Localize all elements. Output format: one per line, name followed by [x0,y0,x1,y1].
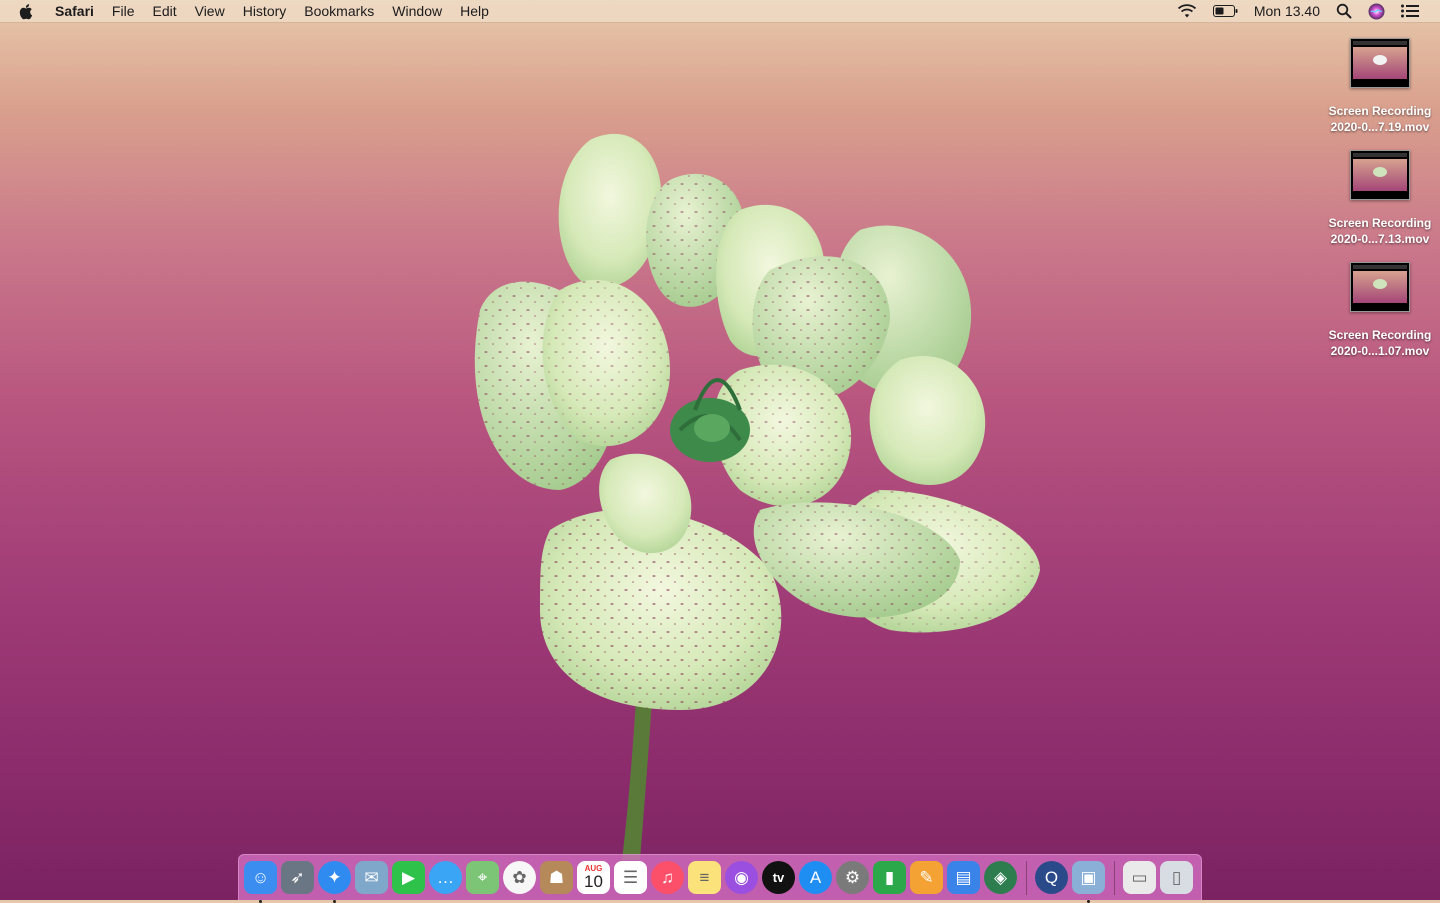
system-preferences-gear-icon-glyph: ⚙ [844,867,861,887]
video-thumbnail-icon [1350,150,1410,200]
desktop-file-screen-recording-2[interactable]: Screen Recording 2020-0...7.13.mov [1320,144,1440,247]
maps-icon-glyph: ⌖ [477,867,488,887]
dock-apps: ☺ ➶ ✦ ✉ ▶ … ⌖ ✿ ☗ AUG 10 ☰ ♫ ≡ ◉ tv A ⚙ ▮ ✎ ▤ ◈ [244,861,1021,903]
pages-pen-icon-glyph: ✎ [919,867,934,887]
apple-tv-icon[interactable]: tv [762,861,795,894]
downloads-stack-icon-glyph: ▭ [1131,867,1148,887]
finder-icon-glyph: ☺ [251,867,270,887]
android-studio-icon[interactable]: ◈ [984,861,1017,894]
safari-compass-icon-glyph: ✦ [327,867,342,887]
battery-icon[interactable] [1212,0,1238,22]
menu-bar: Safari File Edit View History Bookmarks … [0,0,1440,22]
photos-flower-icon[interactable]: ✿ [503,861,536,894]
music-note-icon[interactable]: ♫ [651,861,684,894]
system-preferences-gear-icon[interactable]: ⚙ [836,861,869,894]
podcasts-icon-glyph: ◉ [734,867,749,887]
reminders-list-icon[interactable]: ☰ [614,861,647,894]
numbers-chart-icon-glyph: ▮ [884,867,895,887]
keynote-podium-icon-glyph: ▤ [955,867,972,887]
menu-help[interactable]: Help [451,0,498,22]
mail-stamp-icon-glyph: ✉ [364,867,379,887]
numbers-chart-icon[interactable]: ▮ [873,861,906,894]
dock-recent-apps: Q ▣ [1035,861,1109,903]
facetime-icon-glyph: ▶ [401,867,416,887]
notes-icon[interactable]: ≡ [688,861,721,894]
dock-separator [1114,860,1115,895]
quicktime-icon[interactable]: Q [1035,861,1068,894]
menu-window[interactable]: Window [383,0,451,22]
launchpad-rocket-icon-glyph: ➶ [290,867,305,887]
contacts-book-icon-glyph: ☗ [548,867,565,887]
menu-clock[interactable]: Mon 13.40 [1254,3,1320,19]
pages-pen-icon[interactable]: ✎ [910,861,943,894]
file-label: Screen Recording 2020-0...1.07.mov [1328,328,1432,358]
video-thumbnail-icon [1350,38,1410,88]
menu-file[interactable]: File [103,0,144,22]
desktop-file-screen-recording-3[interactable]: Screen Recording 2020-0...1.07.mov [1320,256,1440,359]
menu-view[interactable]: View [186,0,234,22]
downloads-stack-icon[interactable]: ▭ [1123,861,1156,894]
preview-photos-icon-glyph: ▣ [1080,867,1097,887]
contacts-book-icon[interactable]: ☗ [540,861,573,894]
safari-compass-icon[interactable]: ✦ [318,861,351,903]
android-studio-icon-glyph: ◈ [993,867,1008,887]
notification-center-icon[interactable] [1401,0,1419,22]
siri-icon[interactable] [1368,0,1385,22]
maps-icon[interactable]: ⌖ [466,861,499,894]
notes-icon-glyph: ≡ [699,867,710,887]
facetime-icon[interactable]: ▶ [392,861,425,894]
music-note-icon-glyph: ♫ [661,867,674,887]
app-store-icon[interactable]: A [799,861,832,894]
launchpad-rocket-icon[interactable]: ➶ [281,861,314,894]
trash-icon-glyph: ▯ [1171,867,1182,887]
wallpaper-flower-image [474,133,1040,860]
calendar-day-label: 10 [584,871,603,891]
trash-icon[interactable]: ▯ [1160,861,1193,894]
spotlight-search-icon[interactable] [1336,0,1352,22]
podcasts-icon[interactable]: ◉ [725,861,758,894]
reminders-list-icon-glyph: ☰ [622,867,639,887]
app-store-icon-glyph: A [809,867,822,887]
photos-flower-icon-glyph: ✿ [512,867,527,887]
menu-history[interactable]: History [234,0,296,22]
file-label: Screen Recording 2020-0...7.19.mov [1328,104,1432,134]
apple-tv-label: tv [772,870,785,885]
menu-extras: Mon 13.40 [1161,0,1440,22]
wifi-icon[interactable] [1177,0,1197,22]
menu-edit[interactable]: Edit [143,0,185,22]
messages-bubble-icon[interactable]: … [429,861,462,894]
dock-stacks: ▭ ▯ [1123,861,1197,894]
dock: ☺ ➶ ✦ ✉ ▶… ⌖ ✿ ☗ AUG 10 ☰ ♫ ≡ ◉ tv A ⚙ ▮ ✎ ▤ ◈ Q ▣ ▭ ▯ [238,854,1202,903]
calendar-icon[interactable]: AUG 10 [577,861,610,894]
menu-bookmarks[interactable]: Bookmarks [295,0,383,22]
keynote-podium-icon[interactable]: ▤ [947,861,980,894]
video-thumbnail-icon [1350,262,1410,312]
preview-photos-icon[interactable]: ▣ [1072,861,1105,903]
desktop-file-screen-recording-1[interactable]: Screen Recording 2020-0...7.19.mov [1320,32,1440,135]
dock-separator [1026,860,1027,895]
quicktime-icon-glyph: Q [1044,867,1059,887]
apple-logo-icon[interactable] [19,3,35,20]
file-label: Screen Recording 2020-0...7.13.mov [1328,216,1432,246]
menu-app-safari[interactable]: Safari [46,0,103,22]
mail-stamp-icon[interactable]: ✉ [355,861,388,894]
messages-bubble-icon-glyph: … [437,867,454,887]
finder-icon[interactable]: ☺ [244,861,277,903]
